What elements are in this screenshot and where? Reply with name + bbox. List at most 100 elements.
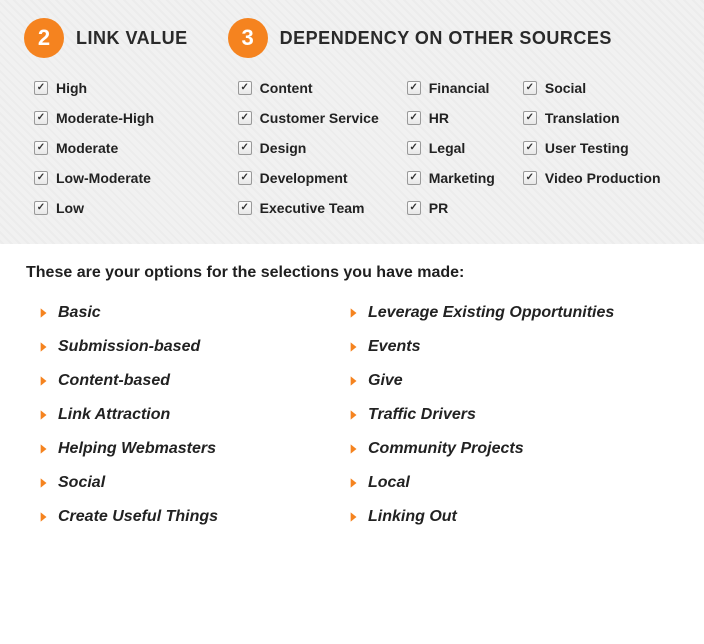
section-title-link-value: LINK VALUE: [76, 28, 188, 49]
checkmark-icon: ✓: [407, 81, 421, 95]
option-label: Leverage Existing Opportunities: [368, 304, 614, 322]
checkbox-label: Customer Service: [260, 110, 379, 126]
checkbox-label: Translation: [545, 110, 620, 126]
checkbox-label: User Testing: [545, 140, 629, 156]
option-item[interactable]: Give: [346, 372, 678, 390]
chevron-right-icon: [346, 476, 360, 490]
section-header-link-value: 2 LINK VALUE: [24, 18, 188, 58]
checkbox-item[interactable]: ✓ Video Production: [523, 170, 661, 186]
link-value-checks: ✓High✓Moderate-High✓Moderate✓Low-Moderat…: [24, 80, 188, 216]
checkbox-label: PR: [429, 200, 448, 216]
chevron-right-icon: [36, 374, 50, 388]
option-item[interactable]: Local: [346, 474, 678, 492]
option-label: Social: [58, 474, 105, 492]
option-item[interactable]: Create Useful Things: [36, 508, 336, 526]
checkbox-item[interactable]: ✓Design: [238, 140, 379, 156]
chevron-right-icon: [36, 408, 50, 422]
checkbox-item[interactable]: ✓Moderate-High: [34, 110, 188, 126]
checkmark-icon: ✓: [523, 171, 537, 185]
option-label: Local: [368, 474, 410, 492]
checkbox-label: Moderate-High: [56, 110, 154, 126]
option-label: Give: [368, 372, 403, 390]
checkbox-item[interactable]: ✓ Development: [238, 170, 379, 186]
dependency-column: ✓ Social ✓ Translation ✓ User Testing ✓ Video P…: [523, 80, 661, 216]
chevron-right-icon: [346, 306, 360, 320]
checkbox-label: Moderate: [56, 140, 118, 156]
checkbox-item[interactable]: ✓ Social: [523, 80, 661, 96]
badge-3: 3: [228, 18, 268, 58]
checkbox-item[interactable]: ✓ Translation: [523, 110, 661, 126]
section-header-dependency: 3 DEPENDENCY ON OTHER SOURCES: [228, 18, 661, 58]
checkmark-icon: ✓: [523, 141, 537, 155]
option-item[interactable]: Social: [36, 474, 336, 492]
checkbox-item[interactable]: ✓Legal: [407, 140, 495, 156]
option-item[interactable]: Events: [346, 338, 678, 356]
chevron-right-icon: [36, 476, 50, 490]
checkbox-label: Design: [260, 140, 307, 156]
option-item[interactable]: Link Attraction: [36, 406, 336, 424]
option-item[interactable]: Community Projects: [346, 440, 678, 458]
chevron-right-icon: [346, 408, 360, 422]
results-heading: These are your options for the selection…: [26, 264, 678, 282]
checkbox-item[interactable]: ✓PR: [407, 200, 495, 216]
chevron-right-icon: [36, 306, 50, 320]
checkbox-item[interactable]: ✓ Content: [238, 80, 379, 96]
option-item[interactable]: Helping Webmasters: [36, 440, 336, 458]
checkmark-icon: ✓: [238, 81, 252, 95]
section-dependency: 3 DEPENDENCY ON OTHER SOURCES ✓ Content ✓ C…: [228, 18, 661, 216]
chevron-right-icon: [346, 374, 360, 388]
checkbox-item[interactable]: ✓ Marketing: [407, 170, 495, 186]
checkbox-label: Low-Moderate: [56, 170, 151, 186]
option-label: Traffic Drivers: [368, 406, 476, 424]
chevron-right-icon: [36, 442, 50, 456]
dependency-columns: ✓Content✓Customer Service✓Design✓Develop…: [228, 80, 661, 216]
checkmark-icon: ✓: [238, 201, 252, 215]
chevron-right-icon: [346, 340, 360, 354]
option-item[interactable]: Content-based: [36, 372, 336, 390]
checkbox-item[interactable]: ✓ Customer Service: [238, 110, 379, 126]
checkmark-icon: ✓: [523, 111, 537, 125]
checkbox-label: High: [56, 80, 87, 96]
checkbox-item[interactable]: ✓Low-Moderate: [34, 170, 188, 186]
checkbox-item[interactable]: ✓ Financial: [407, 80, 495, 96]
checkmark-icon: ✓: [407, 171, 421, 185]
checkbox-label: Content: [260, 80, 313, 96]
options-grid: Basic Leverage Existing Opportunities Subm…: [26, 304, 678, 526]
dependency-column: ✓Content✓Customer Service✓Design✓Develop…: [238, 80, 379, 216]
checkbox-item[interactable]: ✓ Executive Team: [238, 200, 379, 216]
section-title-dependency: DEPENDENCY ON OTHER SOURCES: [280, 28, 612, 49]
checkmark-icon: ✓: [523, 81, 537, 95]
checkbox-label: Social: [545, 80, 586, 96]
option-item[interactable]: Submission-based: [36, 338, 336, 356]
option-item[interactable]: Basic: [36, 304, 336, 322]
checkbox-label: Marketing: [429, 170, 495, 186]
filters-row: 2 LINK VALUE ✓High✓Moderate-High✓Moderat…: [0, 0, 704, 244]
checkbox-label: Executive Team: [260, 200, 365, 216]
option-label: Linking Out: [368, 508, 457, 526]
option-item[interactable]: Leverage Existing Opportunities: [346, 304, 678, 322]
checkbox-label: Financial: [429, 80, 490, 96]
checkmark-icon: ✓: [34, 201, 48, 215]
checkmark-icon: ✓: [34, 141, 48, 155]
checkbox-label: Development: [260, 170, 348, 186]
checkbox-label: HR: [429, 110, 449, 126]
option-label: Create Useful Things: [58, 508, 218, 526]
dependency-column: ✓Financial✓HR✓Legal✓Marketing✓PR: [407, 80, 495, 216]
checkmark-icon: ✓: [238, 111, 252, 125]
checkbox-item[interactable]: ✓Low: [34, 200, 188, 216]
checkbox-item[interactable]: ✓ Moderate: [34, 140, 188, 156]
section-link-value: 2 LINK VALUE ✓High✓Moderate-High✓Moderat…: [24, 18, 188, 216]
option-label: Events: [368, 338, 420, 356]
option-item[interactable]: Linking Out: [346, 508, 678, 526]
checkbox-item[interactable]: ✓HR: [407, 110, 495, 126]
checkbox-item[interactable]: ✓ User Testing: [523, 140, 661, 156]
chevron-right-icon: [346, 442, 360, 456]
option-label: Community Projects: [368, 440, 524, 458]
checkmark-icon: ✓: [34, 81, 48, 95]
checkbox-item[interactable]: ✓ High: [34, 80, 188, 96]
checkmark-icon: ✓: [407, 141, 421, 155]
checkbox-label: Video Production: [545, 170, 661, 186]
option-label: Basic: [58, 304, 101, 322]
checkmark-icon: ✓: [238, 171, 252, 185]
option-item[interactable]: Traffic Drivers: [346, 406, 678, 424]
